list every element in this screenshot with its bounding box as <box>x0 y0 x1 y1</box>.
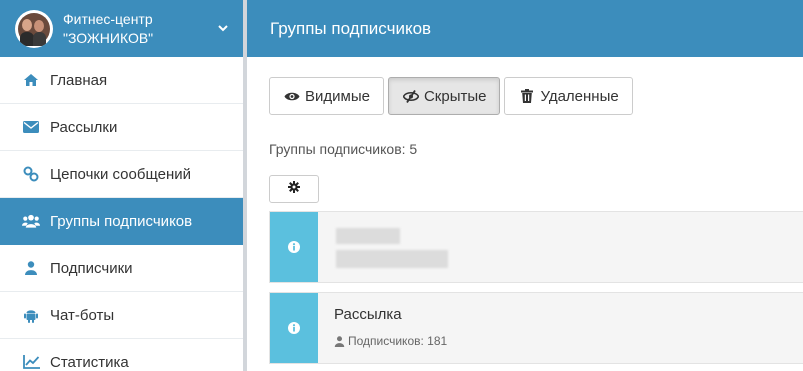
settings-button[interactable] <box>269 175 319 203</box>
avatar <box>15 9 53 48</box>
group-card-body <box>318 212 803 282</box>
user-icon <box>22 259 40 277</box>
group-title: Рассылка <box>334 306 402 323</box>
info-button[interactable] <box>270 293 318 363</box>
sidebar-item-home[interactable]: Главная <box>0 57 243 104</box>
envelope-icon <box>22 118 40 136</box>
group-card-body: Рассылка Подписчиков: 181 <box>318 293 803 363</box>
users-icon <box>22 212 40 230</box>
eye-slash-icon <box>402 88 419 104</box>
info-button[interactable] <box>270 212 318 282</box>
subscriber-count-label: Подписчиков: 181 <box>348 334 448 348</box>
gear-icon <box>288 180 300 198</box>
sidebar-item-label: Группы подписчиков <box>50 212 193 230</box>
sidebar-item-label: Рассылки <box>50 118 118 136</box>
group-card[interactable]: Рассылка Подписчиков: 181 <box>269 292 803 364</box>
account-switcher[interactable]: Фитнес-центр "ЗОЖНИКОВ" <box>0 0 243 57</box>
sidebar-item-chains[interactable]: Цепочки сообщений <box>0 151 243 198</box>
redacted-subtitle <box>336 250 448 268</box>
sidebar: Фитнес-центр "ЗОЖНИКОВ" Главная Рассылки… <box>0 0 243 371</box>
deleted-filter-label: Удаленные <box>540 87 619 105</box>
chart-icon <box>22 353 40 371</box>
visible-filter-label: Видимые <box>305 87 370 105</box>
chevron-down-icon[interactable] <box>217 22 229 34</box>
link-icon <box>22 165 40 183</box>
hidden-filter-button[interactable]: Скрытые <box>387 77 501 115</box>
filter-button-group: Видимые Скрытые Удаленные <box>269 77 633 115</box>
sidebar-item-label: Главная <box>50 71 108 89</box>
sidebar-item-label: Статистика <box>50 353 129 371</box>
sidebar-item-label: Подписчики <box>50 259 133 277</box>
sidebar-item-mailings[interactable]: Рассылки <box>0 104 243 151</box>
group-card[interactable] <box>269 211 803 283</box>
trash-icon <box>519 88 535 104</box>
sidebar-item-statistics[interactable]: Статистика <box>0 339 243 371</box>
account-name: Фитнес-центр "ЗОЖНИКОВ" <box>63 10 154 46</box>
page-title: Группы подписчиков <box>270 18 432 38</box>
groups-count: Группы подписчиков: 5 <box>269 141 418 157</box>
sidebar-item-label: Чат-боты <box>50 306 115 324</box>
sidebar-item-subscribers[interactable]: Подписчики <box>0 245 243 292</box>
info-icon <box>288 322 300 334</box>
page-header: Группы подписчиков <box>247 0 803 57</box>
sidebar-item-chatbots[interactable]: Чат-боты <box>0 292 243 339</box>
main-content: Видимые Скрытые Удаленные Группы подписч… <box>247 57 803 371</box>
hidden-filter-label: Скрытые <box>423 87 487 105</box>
visible-filter-button[interactable]: Видимые <box>269 77 384 115</box>
redacted-title <box>336 228 400 244</box>
deleted-filter-button[interactable]: Удаленные <box>504 77 633 115</box>
android-icon <box>22 306 40 324</box>
eye-icon <box>284 88 300 104</box>
info-icon <box>288 241 300 253</box>
sidebar-item-groups[interactable]: Группы подписчиков <box>0 198 243 245</box>
sidebar-item-label: Цепочки сообщений <box>50 165 191 183</box>
user-icon <box>334 335 345 347</box>
group-subscriber-count: Подписчиков: 181 <box>334 334 803 348</box>
home-icon <box>22 71 40 89</box>
